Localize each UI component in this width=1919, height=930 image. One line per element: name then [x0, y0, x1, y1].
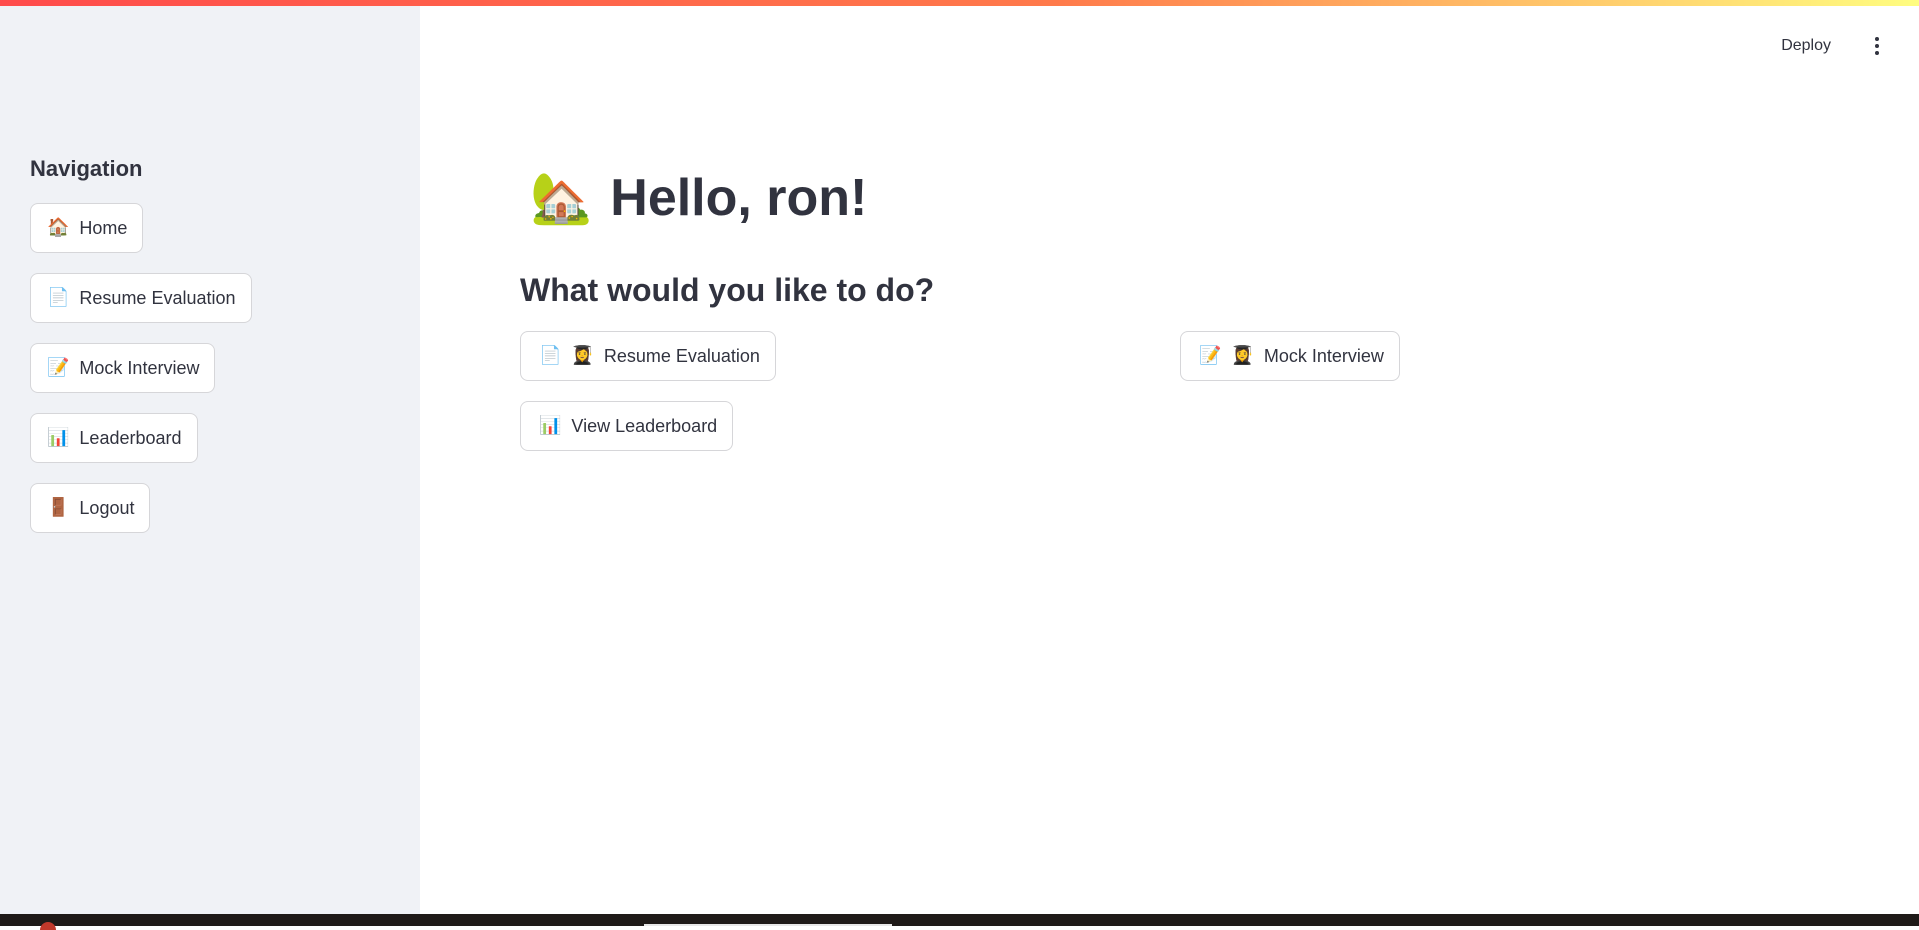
graduate-icon: 👩‍🎓	[571, 345, 594, 366]
button-label: Mock Interview	[1263, 345, 1384, 366]
sidebar-item-label: Mock Interview	[79, 357, 200, 378]
sidebar-item-logout[interactable]: 🚪 Logout	[30, 483, 151, 533]
sidebar-item-mock-interview[interactable]: 📝 Mock Interview	[30, 343, 216, 393]
memo-icon: 📝	[1199, 345, 1222, 366]
bar-chart-icon: 📊	[47, 427, 70, 448]
sidebar-item-resume-evaluation[interactable]: 📄 Resume Evaluation	[30, 273, 252, 323]
house-with-garden-icon: 🏡	[530, 169, 593, 227]
sidebar-item-label: Logout	[79, 497, 135, 518]
greeting-text: Hello, ron!	[610, 169, 868, 227]
taskbar-strip	[0, 914, 1919, 930]
graduate-icon: 👩‍🎓	[1231, 345, 1254, 366]
sidebar-item-home[interactable]: 🏠 Home	[30, 203, 144, 253]
sidebar-title: Navigation	[30, 156, 143, 181]
page-title: 🏡 Hello, ron!	[530, 168, 867, 228]
main-content: 🏡 Hello, ron! What would you like to do?…	[420, 6, 1919, 914]
view-leaderboard-button[interactable]: 📊 View Leaderboard	[520, 401, 734, 451]
house-icon: 🏠	[47, 217, 70, 238]
sidebar-item-label: Leaderboard	[79, 427, 182, 448]
door-icon: 🚪	[47, 497, 70, 518]
sidebar-item-label: Home	[79, 217, 128, 238]
page-facing-up-icon: 📄	[539, 345, 562, 366]
resume-evaluation-button[interactable]: 📄 👩‍🎓 Resume Evaluation	[520, 331, 776, 381]
page-subheading: What would you like to do?	[520, 272, 935, 308]
sidebar: Navigation 🏠 Home 📄 Resume Evaluation 📝 …	[0, 6, 420, 914]
sidebar-item-label: Resume Evaluation	[79, 287, 236, 308]
button-label: Resume Evaluation	[603, 345, 760, 366]
bar-chart-icon: 📊	[539, 415, 562, 436]
mock-interview-button[interactable]: 📝 👩‍🎓 Mock Interview	[1180, 331, 1400, 381]
sidebar-item-leaderboard[interactable]: 📊 Leaderboard	[30, 413, 198, 463]
button-label: View Leaderboard	[571, 415, 718, 436]
memo-icon: 📝	[47, 357, 70, 378]
page-facing-up-icon: 📄	[47, 287, 70, 308]
taskbar-app-icon	[40, 922, 56, 930]
